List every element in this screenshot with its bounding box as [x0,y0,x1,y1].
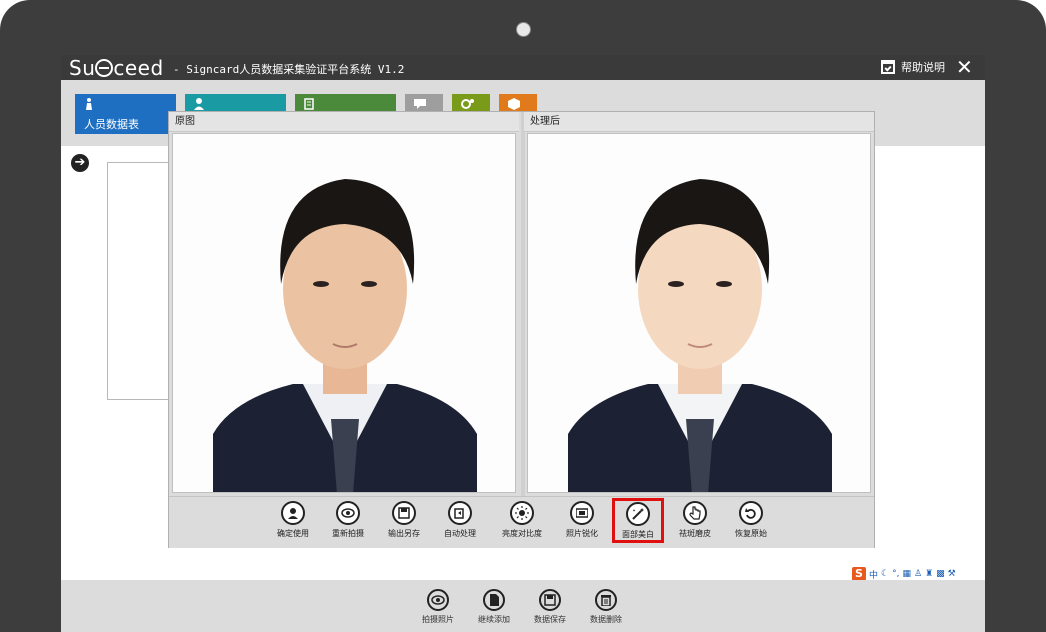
ime-tray: S 中 ☾ °, ▦ ♙ ♜ ▩ ⚒ [852,567,982,581]
save-icon [539,589,561,611]
calendar-check-icon [881,60,895,74]
data-save-button[interactable]: 数据保存 [522,589,578,625]
user-icon[interactable]: ♙ [914,569,922,579]
face-whitening-button[interactable]: 面部美白 [612,498,664,543]
sharpen-label: 照片锐化 [566,529,598,538]
moon-icon[interactable]: ☾ [881,569,889,579]
auto-process-button[interactable]: 自动处理 [435,501,485,539]
continue-add-label: 继续添加 [478,615,510,624]
eye-icon [427,589,449,611]
original-photo [172,133,516,493]
list-icon [304,98,314,110]
retake-label: 重新拍摄 [332,529,364,538]
person-icon [281,501,305,525]
title-bar: Su ceed - Signcard人员数据采集验证平台系统 V1.2 帮助说明 … [61,55,985,80]
restore-original-button[interactable]: 恢复原始 [726,501,776,539]
webcam [516,22,531,37]
original-pane-title: 原图 [169,112,519,132]
user-icon [194,98,204,110]
ime-mode[interactable]: 中 [869,568,878,581]
wrench-icon[interactable]: ⚒ [948,569,956,579]
sharpen-button[interactable]: 照片锐化 [557,501,607,539]
auto-process-label: 自动处理 [444,529,476,538]
bottom-action-bar: 拍摄照片 继续添加 数据保存 数据删除 [61,580,985,632]
ime-logo[interactable]: S [852,567,866,581]
app-logo: Su ceed [69,56,164,80]
smooth-skin-icon [683,501,707,525]
auto-process-icon [448,501,472,525]
document-icon [483,589,505,611]
undo-icon [739,501,763,525]
settings-icon [461,99,474,109]
processed-pane: 处理后 [524,112,874,496]
logo-text-tail: ceed [113,56,164,80]
restore-original-label: 恢复原始 [735,529,767,538]
freckle-smooth-label: 祛斑磨皮 [679,529,711,538]
confirm-use-label: 确定使用 [277,529,309,538]
processed-photo [527,133,871,493]
face-whitening-label: 面部美白 [622,530,654,539]
shirt-icon[interactable]: ♜ [925,569,933,579]
help-button[interactable]: 帮助说明 [881,59,945,75]
tab-label: 人员数据表 [84,118,139,131]
save-as-label: 输出另存 [388,529,420,538]
capture-photo-button[interactable]: 拍摄照片 [410,589,466,625]
data-delete-button[interactable]: 数据删除 [578,589,634,625]
confirm-use-button[interactable]: 确定使用 [268,501,318,539]
globe-icon [95,59,114,77]
magic-wand-icon [626,502,650,526]
sharpen-icon [570,501,594,525]
freckle-smooth-button[interactable]: 祛斑磨皮 [670,501,720,539]
eye-icon [336,501,360,525]
grid-icon[interactable]: ▩ [936,569,945,579]
photo-processing-dialog: 原图 处理后 确定使用 重新拍摄 输出另存 自动处理 亮度对比度 照片锐化 面部… [168,111,875,548]
chat-icon [414,99,426,109]
brightness-contrast-label: 亮度对比度 [502,529,542,538]
tab-person-data[interactable]: 人员数据表 [75,94,176,134]
record-card [107,162,171,400]
retake-button[interactable]: 重新拍摄 [323,501,373,539]
capture-photo-label: 拍摄照片 [422,615,454,624]
processing-toolbar: 确定使用 重新拍摄 输出另存 自动处理 亮度对比度 照片锐化 面部美白 祛斑磨皮… [169,496,874,548]
brightness-contrast-button[interactable]: 亮度对比度 [497,501,547,539]
box-icon [508,98,520,110]
punctuation-icon[interactable]: °, [892,569,899,579]
app-title: - Signcard人员数据采集验证平台系统 V1.2 [173,63,405,76]
processed-pane-title: 处理后 [524,112,874,132]
trash-icon [595,589,617,611]
person-tie-icon [86,98,92,110]
data-delete-label: 数据删除 [590,615,622,624]
original-pane: 原图 [169,112,519,496]
data-save-label: 数据保存 [534,615,566,624]
back-arrow-icon[interactable]: ➔ [71,154,89,172]
keyboard-icon[interactable]: ▦ [902,569,911,579]
continue-add-button[interactable]: 继续添加 [466,589,522,625]
help-label: 帮助说明 [901,61,945,74]
logo-text: Su [69,56,96,80]
close-button[interactable]: ✕ [956,55,973,80]
save-as-button[interactable]: 输出另存 [379,501,429,539]
brightness-icon [510,501,534,525]
save-icon [392,501,416,525]
